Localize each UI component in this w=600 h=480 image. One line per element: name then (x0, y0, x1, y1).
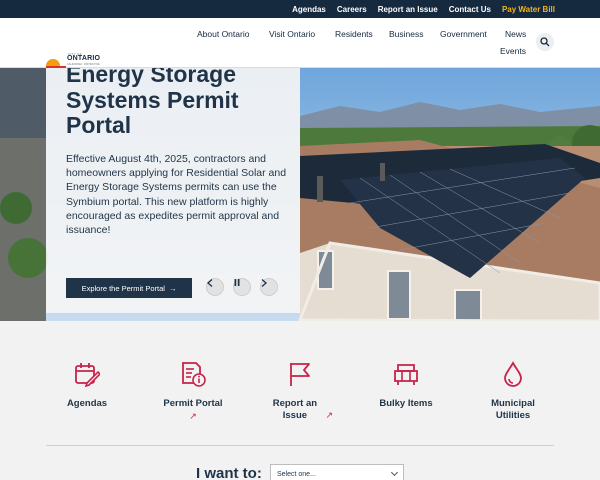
search-icon (540, 37, 550, 47)
quick-link-label: Bulky Items (379, 398, 433, 409)
utility-bar: Agendas Careers Report an Issue Contact … (0, 0, 600, 18)
nav-government[interactable]: Government (440, 29, 487, 39)
chevron-right-icon (261, 279, 267, 287)
hero-title: Energy Storage Systems Permit Portal (66, 68, 239, 138)
chevron-down-icon (390, 468, 399, 477)
i-want-to-label: I want to: (196, 465, 262, 480)
nav-events[interactable]: Events (500, 46, 526, 56)
i-want-to-select[interactable]: Select one... (270, 464, 404, 480)
nav-news[interactable]: News (505, 29, 526, 39)
nav-business[interactable]: Business (389, 29, 424, 39)
explore-permit-portal-button[interactable]: Explore the Permit Portal → (66, 278, 192, 298)
section-divider (46, 445, 554, 446)
hero-card: Energy Storage Systems Permit Portal Eff… (46, 68, 300, 313)
couch-icon (394, 364, 418, 385)
calendar-edit-icon (75, 363, 100, 387)
pause-icon (234, 279, 240, 286)
external-link-icon: ↗ (325, 410, 334, 420)
utility-link-pay-water-bill[interactable]: Pay Water Bill (502, 5, 555, 14)
search-button[interactable] (536, 33, 554, 51)
hero-body: Effective August 4th, 2025, contractors … (66, 153, 287, 237)
quick-link-label: Municipal Utilities (491, 398, 535, 421)
quick-link-label-text: Report an Issue (272, 398, 318, 421)
water-drop-icon (504, 361, 522, 387)
quick-link-label-text: Permit Portal (163, 398, 223, 409)
site-header: CITY OF ONTARIO CALIFORNIA · DISTINCTIVE… (0, 18, 600, 68)
utility-link-careers[interactable]: Careers (337, 5, 367, 14)
slider-next-button[interactable] (260, 278, 278, 296)
document-info-icon (182, 362, 206, 387)
quick-link-label: Permit Portal ↗ (148, 398, 238, 423)
slider-prev-button[interactable] (206, 278, 224, 296)
chevron-left-icon (207, 279, 213, 287)
utility-link-report-issue[interactable]: Report an Issue (378, 5, 438, 14)
main-nav: About Ontario Visit Ontario Residents Bu… (0, 18, 600, 68)
nav-visit[interactable]: Visit Ontario (269, 29, 315, 39)
quick-links-section: Agendas Permit Portal ↗ Report an Issue … (0, 321, 600, 480)
hero-slider: Energy Storage Systems Permit Portal Eff… (0, 68, 600, 321)
quick-link-label: Agendas (66, 398, 108, 409)
utility-link-agendas[interactable]: Agendas (292, 5, 326, 14)
flag-icon (290, 363, 310, 386)
arrow-right-icon: → (168, 283, 177, 293)
slider-pause-button[interactable] (233, 278, 251, 296)
quick-link-label: Report an Issue ↗ (255, 398, 345, 422)
nav-residents[interactable]: Residents (335, 29, 373, 39)
cta-label: Explore the Permit Portal (81, 283, 165, 293)
external-link-icon: ↗ (189, 411, 197, 421)
select-value: Select one... (277, 470, 316, 478)
nav-about[interactable]: About Ontario (197, 29, 249, 39)
utility-link-contact[interactable]: Contact Us (449, 5, 491, 14)
